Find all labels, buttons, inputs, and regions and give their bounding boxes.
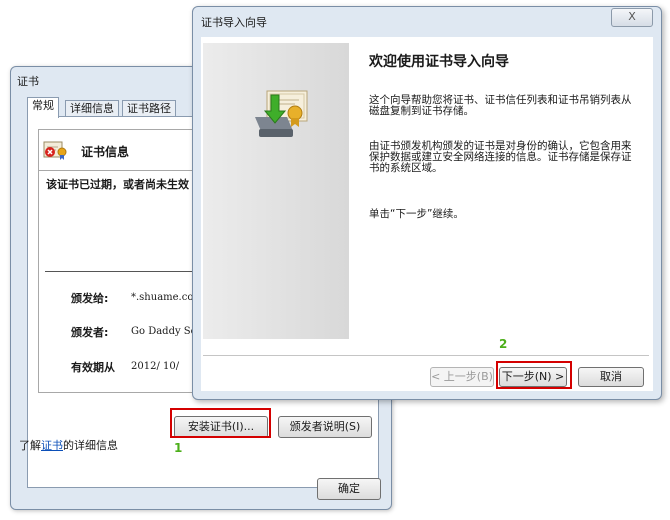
divider [203,355,649,356]
learn-more-suffix: 的详细信息 [63,439,118,452]
certificate-info-title: 证书信息 [81,145,130,159]
step-1-marker: 1 [174,441,183,455]
back-button[interactable]: < 上一步(B) [430,367,494,387]
close-button[interactable]: X [611,8,653,27]
issued-to-label: 颁发给: [71,292,109,305]
certificate-dialog-title: 证书 [17,75,39,88]
wizard-heading: 欢迎使用证书导入向导 [369,54,509,70]
wizard-paragraph-2: 由证书颁发机构颁发的证书是对身份的确认，它包含用来保护数据或建立安全网络连接的信… [369,140,632,174]
close-icon: X [628,10,636,23]
wizard-side-banner [203,43,349,339]
next-button-highlight [496,361,572,389]
tab-certification-path[interactable]: 证书路径 [122,100,176,117]
tab-details[interactable]: 详细信息 [65,100,119,117]
ok-button[interactable]: 确定 [317,478,381,500]
certificate-import-wizard-dialog: 证书导入向导 X 欢迎使用证书导入向导 这个向导帮助您将证书、证书信任列表和证书… [192,6,662,400]
wizard-body: 欢迎使用证书导入向导 这个向导帮助您将证书、证书信任列表和证书吊销列表从磁盘复制… [201,37,653,391]
wizard-title: 证书导入向导 [201,16,267,29]
valid-from-label: 有效期从 [71,361,115,374]
learn-more-text: 了解证书的详细信息 [19,437,118,453]
certificate-error-icon [43,138,69,162]
issuer-statement-button[interactable]: 颁发者说明(S) [278,416,372,438]
cancel-button[interactable]: 取消 [578,367,644,387]
certificate-status-text: 该证书已过期，或者尚未生效 [46,178,189,191]
tab-general[interactable]: 常规 [27,97,59,118]
install-button-highlight [170,408,271,438]
wizard-paragraph-1: 这个向导帮助您将证书、证书信任列表和证书吊销列表从磁盘复制到证书存储。 [369,94,632,117]
certificate-import-icon [249,87,313,144]
wizard-paragraph-3: 单击“下一步”继续。 [369,208,464,220]
learn-more-link[interactable]: 证书 [41,439,63,452]
valid-from-value: 2012/ 10/ [131,361,180,372]
issued-by-label: 颁发者: [71,326,109,339]
step-2-marker: 2 [499,337,508,351]
learn-more-prefix: 了解 [19,439,41,452]
